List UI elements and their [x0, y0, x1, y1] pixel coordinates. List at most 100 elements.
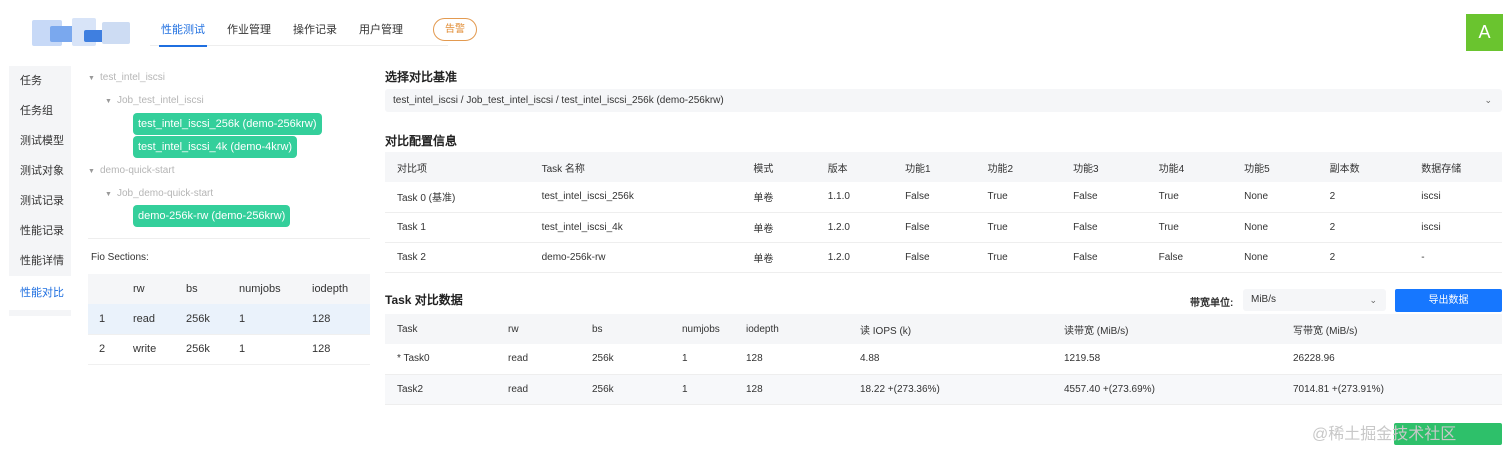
tab-performance-test[interactable]: 性能测试 [150, 0, 216, 47]
table-cell: None [1232, 182, 1318, 213]
table-cell: 2 [1317, 212, 1410, 243]
fio-sections-table: rw bs numjobs iodepth 1 read 256k 1 128 … [88, 274, 370, 365]
config-section-title: 对比配置信息 [385, 134, 458, 148]
compare-table: Task rw bs numjobs iodepth 读 IOPS (k) 读带… [385, 314, 1502, 405]
column-header: bs [580, 314, 670, 344]
tab-job-management[interactable]: 作业管理 [216, 0, 282, 46]
table-cell: False [893, 242, 976, 273]
sidebar-item-perf-records[interactable]: 性能记录 [9, 216, 71, 246]
baseline-select[interactable]: test_intel_iscsi / Job_test_intel_iscsi … [385, 89, 1502, 112]
table-cell: True [975, 212, 1062, 243]
column-header: iodepth [300, 274, 370, 304]
top-nav: 性能测试 作业管理 操作记录 用户管理 [150, 0, 448, 47]
tree-node-label: demo-quick-start [100, 165, 175, 176]
baseline-select-value: test_intel_iscsi / Job_test_intel_iscsi … [393, 95, 724, 106]
compare-section-title: Task 对比数据 [385, 293, 463, 307]
table-cell: 2 [1317, 182, 1410, 213]
export-data-button[interactable]: 导出数据 [1395, 289, 1502, 312]
table-cell: None [1232, 212, 1318, 243]
table-cell: read [121, 304, 174, 335]
tree-leaf-task[interactable]: test_intel_iscsi_256k (demo-256krw) [133, 113, 322, 135]
bandwidth-unit-label: 带宽单位: [1190, 298, 1234, 309]
tree-job-node[interactable]: ▼ Job_test_intel_iscsi [105, 95, 204, 106]
table-cell: iscsi [1409, 182, 1502, 213]
table-cell: False [893, 182, 976, 213]
column-header: 读带宽 (MiB/s) [1052, 314, 1281, 344]
column-header: 功能5 [1232, 152, 1318, 182]
table-row[interactable]: 1 read 256k 1 128 [88, 304, 370, 335]
sidebar-item-perf-compare[interactable]: 性能对比 [9, 276, 71, 310]
table-cell: True [1146, 182, 1233, 213]
tab-user-management[interactable]: 用户管理 [348, 0, 414, 46]
bandwidth-unit-select[interactable]: MiB/s ⌄ [1243, 289, 1386, 311]
baseline-section-title: 选择对比基准 [385, 70, 458, 84]
table-cell: False [893, 212, 976, 243]
column-header: 版本 [815, 152, 894, 182]
caret-down-icon: ▼ [88, 75, 95, 82]
column-header: Task [385, 314, 496, 344]
column-header: 对比项 [385, 152, 530, 182]
table-cell: 256k [580, 374, 670, 405]
sidebar-item-test-records[interactable]: 测试记录 [9, 186, 71, 216]
table-cell: True [975, 242, 1062, 273]
sidebar-item-test-objects[interactable]: 测试对象 [9, 156, 71, 186]
tree-group-node[interactable]: ▼ test_intel_iscsi [88, 72, 165, 83]
table-cell: 1.1.0 [815, 182, 894, 213]
table-row: Task 1 test_intel_iscsi_4k 单卷 1.2.0 Fals… [385, 212, 1502, 243]
caret-down-icon: ▼ [105, 98, 112, 105]
chevron-down-icon: ⌄ [1484, 95, 1492, 105]
sidebar-item-tasks[interactable]: 任务 [9, 66, 71, 96]
table-cell: 2 [88, 334, 121, 365]
table-cell: write [121, 334, 174, 365]
table-header-row: Task rw bs numjobs iodepth 读 IOPS (k) 读带… [385, 314, 1502, 344]
table-cell: 4.88 [848, 344, 1052, 375]
table-cell: test_intel_iscsi_256k [529, 182, 742, 213]
tree-group-node[interactable]: ▼ demo-quick-start [88, 165, 174, 176]
table-cell: 7014.81 +(273.91%) [1281, 374, 1502, 405]
table-cell: Task 0 (基准) [385, 182, 530, 213]
tree-leaf-task[interactable]: test_intel_iscsi_4k (demo-4krw) [133, 136, 298, 158]
table-cell: read [496, 374, 580, 405]
avatar[interactable]: A [1466, 14, 1503, 51]
table-cell: 单卷 [741, 212, 816, 243]
table-cell: 1.2.0 [815, 212, 894, 243]
table-cell: 128 [300, 334, 370, 365]
column-header: 副本数 [1317, 152, 1410, 182]
divider [88, 238, 370, 239]
table-cell: 128 [300, 304, 370, 335]
table-row: Task2 read 256k 1 128 18.22 +(273.36%) 4… [385, 374, 1502, 405]
table-cell: read [496, 344, 580, 375]
table-cell: 256k [174, 304, 227, 335]
alert-button[interactable]: 告警 [433, 18, 477, 41]
tree-job-node[interactable]: ▼ Job_demo-quick-start [105, 188, 213, 199]
table-row[interactable]: 2 write 256k 1 128 [88, 334, 370, 365]
table-cell: Task2 [385, 374, 496, 405]
caret-down-icon: ▼ [88, 168, 95, 175]
sidebar-item-test-models[interactable]: 测试模型 [9, 126, 71, 156]
chevron-down-icon: ⌄ [1369, 295, 1377, 305]
tree-leaf-task[interactable]: demo-256k-rw (demo-256krw) [133, 205, 291, 227]
table-cell: 1.2.0 [815, 242, 894, 273]
table-cell: demo-256k-rw [529, 242, 742, 273]
column-header: 数据存储 [1409, 152, 1502, 182]
column-header: 模式 [741, 152, 816, 182]
sidebar-item-perf-details[interactable]: 性能详情 [9, 246, 71, 276]
table-cell: 1219.58 [1052, 344, 1281, 375]
tab-operation-log[interactable]: 操作记录 [282, 0, 348, 46]
table-cell: 1 [227, 304, 300, 335]
tree-node-label: Job_demo-quick-start [117, 188, 214, 199]
column-header: 写带宽 (MiB/s) [1281, 314, 1502, 344]
table-cell: 128 [734, 344, 848, 375]
table-cell: 256k [174, 334, 227, 365]
column-header: bs [174, 274, 227, 304]
sidebar-item-task-groups[interactable]: 任务组 [9, 96, 71, 126]
table-cell: 26228.96 [1281, 344, 1502, 375]
table-cell: 18.22 +(273.36%) [848, 374, 1052, 405]
column-header: Task 名称 [529, 152, 742, 182]
tree-node-label: test_intel_iscsi [100, 72, 166, 83]
watermark: @稀土掘金技术社区 [1312, 426, 1457, 443]
logo [32, 16, 130, 50]
table-cell: 1 [88, 304, 121, 335]
table-cell: iscsi [1409, 212, 1502, 243]
column-header: rw [496, 314, 580, 344]
